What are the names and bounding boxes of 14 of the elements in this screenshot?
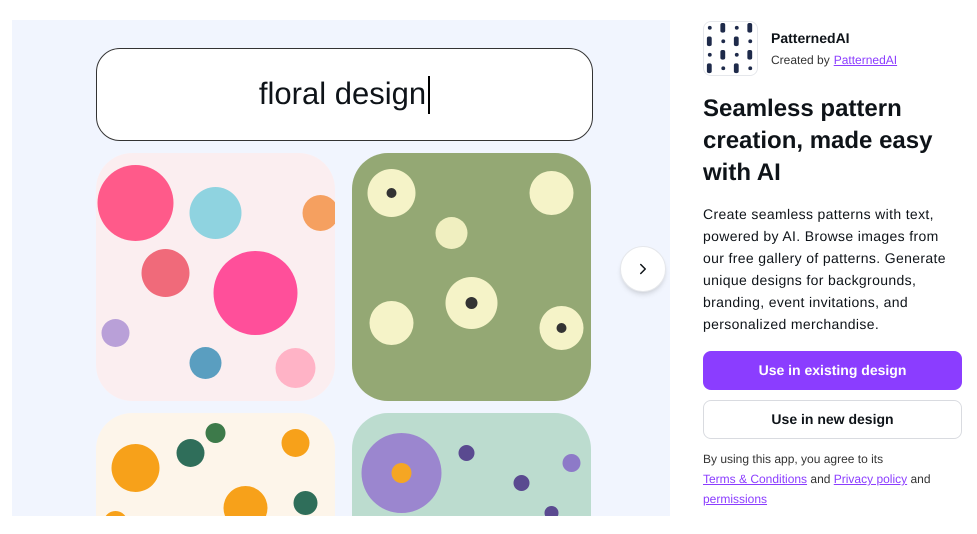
legal-link[interactable]: Privacy policy bbox=[834, 472, 908, 486]
creator-link[interactable]: PatternedAI bbox=[834, 51, 898, 69]
legal-link[interactable]: permissions bbox=[703, 492, 768, 506]
app-name: PatternedAI bbox=[771, 29, 851, 48]
use-in-new-design-button[interactable]: Use in new design bbox=[703, 400, 962, 439]
app-description: Create seamless patterns with text, powered by AI. Browse images from our free gallery of patterns. Generate unique designs for backgrounds, branding, event invitations, and personalized merchandise. bbox=[703, 205, 947, 334]
use-in-existing-design-button[interactable]: Use in existing design bbox=[703, 351, 962, 390]
app-heading: Seamless pattern creation, made easy with AI bbox=[703, 94, 934, 188]
legal-link[interactable]: Terms & Conditions bbox=[703, 472, 808, 486]
legal-notice: By using this app, you agree to its Terms & Conditions and Privacy policy and permissions bbox=[703, 451, 932, 508]
app-logo-icon bbox=[703, 21, 758, 76]
next-button[interactable] bbox=[620, 246, 666, 292]
created-by-label: Created by bbox=[771, 52, 830, 69]
prompt-field[interactable]: floral design bbox=[96, 48, 593, 141]
